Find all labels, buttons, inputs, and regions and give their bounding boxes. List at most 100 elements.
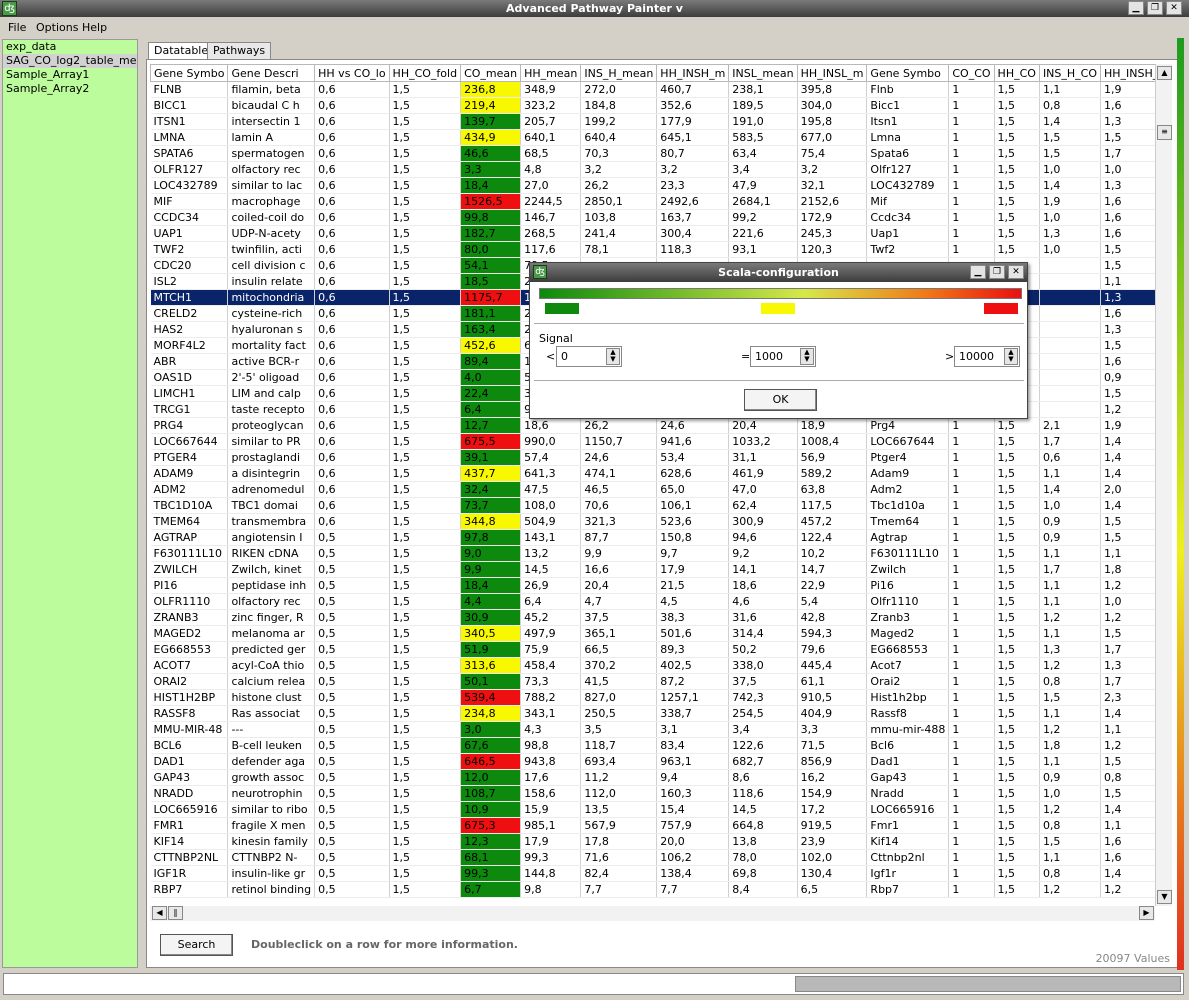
dataset-item-selected[interactable]: SAG_CO_log2_table_mean — [3, 54, 137, 68]
table-row[interactable]: CTTNBP2NL CTTNBP2 N- 0,5 1,5 68,1 99,3 71,6 106… — [150, 849, 1157, 866]
table-row[interactable]: CCDC34 coiled-coil do 0,6 1,5 99,8 146,7 103,8… — [150, 209, 1157, 226]
table-row[interactable]: TWF2 twinfilin, acti 0,6 1,5 80,0 117,6 78,1 11… — [150, 241, 1157, 258]
spinner-arrows-icon[interactable]: ▲ ▼ — [606, 348, 620, 365]
column-header[interactable]: INSL_mean — [728, 64, 798, 82]
low-color-swatch[interactable] — [545, 303, 579, 314]
column-header[interactable]: Gene Descri — [227, 64, 316, 82]
minimize-icon[interactable]: ▁ — [1128, 1, 1144, 15]
dataset-item[interactable]: Sample_Array2 — [3, 82, 137, 96]
table-row[interactable]: ITSN1 intersectin 1 0,6 1,5 139,7 205,7 199,2 1… — [150, 113, 1157, 130]
dataset-item[interactable]: Sample_Array1 — [3, 68, 137, 82]
column-header[interactable]: INS_H_CO — [1038, 64, 1102, 82]
close-icon[interactable]: ✕ — [1008, 265, 1024, 279]
column-header[interactable]: CO_CO — [948, 64, 995, 82]
table-row[interactable]: PRG4 proteoglycan 0,6 1,5 12,7 18,6 26,2 24,6 20… — [150, 417, 1157, 434]
table-cell: 856,9 — [797, 753, 868, 770]
table-row[interactable]: MAGED2 melanoma ar 0,5 1,5 340,5 497,9 365,1 50… — [150, 625, 1157, 642]
ok-button[interactable]: OK — [744, 389, 817, 411]
table-row[interactable]: DAD1 defender aga 0,5 1,5 646,5 943,8 693,4 963… — [150, 753, 1157, 770]
maximize-icon[interactable]: ❐ — [989, 265, 1005, 279]
column-header[interactable]: INS_H_mean — [580, 64, 658, 82]
table-row[interactable]: IGF1R insulin-like gr 0,5 1,5 99,3 144,8 82,4 1… — [150, 865, 1157, 882]
column-header[interactable]: HH vs CO_lo — [314, 64, 390, 82]
table-row[interactable]: OLFR1110 olfactory rec 0,5 1,5 4,4 6,4 4,7 4,5 4… — [150, 593, 1157, 610]
table-row[interactable]: OLFR127 olfactory rec 0,6 1,5 3,3 4,8 3,2 3,2 3,… — [150, 161, 1157, 178]
table-row[interactable]: NRADD neurotrophin 0,5 1,5 108,7 158,6 112,0 16… — [150, 785, 1157, 802]
menu-options[interactable]: Options — [36, 21, 78, 34]
table-row[interactable]: FLNB filamin, beta 0,6 1,5 236,8 348,9 272,0 46… — [150, 81, 1157, 98]
column-header[interactable]: HH_CO_fold — [388, 64, 462, 82]
table-row[interactable]: GAP43 growth assoc 0,5 1,5 12,0 17,6 11,2 9,4 8,… — [150, 769, 1157, 786]
column-header[interactable]: Gene Symbo — [866, 64, 950, 82]
table-row[interactable]: BICC1 bicaudal C h 0,6 1,5 219,4 323,2 184,8 35… — [150, 97, 1157, 114]
close-icon[interactable]: ✕ — [1166, 1, 1182, 15]
column-header[interactable]: HH_INSL_m — [796, 64, 868, 82]
table-cell: 2,0 — [1100, 481, 1157, 498]
maximize-icon[interactable]: ❐ — [1147, 1, 1163, 15]
mid-color-swatch[interactable] — [761, 303, 795, 314]
table-row[interactable]: PTGER4 prostaglandi 0,6 1,5 39,1 57,4 24,6 53,4… — [150, 449, 1157, 466]
vertical-scrollbar[interactable]: ▲ ≡ ▼ — [1155, 64, 1172, 906]
hscroll-thumb[interactable]: ‖ — [168, 906, 183, 920]
table-row[interactable]: ADAM9 a disintegrin 0,6 1,5 437,7 641,3 474,1 6… — [150, 465, 1157, 482]
table-row[interactable]: BCL6 B-cell leuken 0,5 1,5 67,6 98,8 118,7 83,4… — [150, 737, 1157, 754]
scroll-down-icon[interactable]: ▼ — [1157, 890, 1172, 904]
table-row[interactable]: RASSF8 Ras associat 0,5 1,5 234,8 343,1 250,5 3… — [150, 705, 1157, 722]
column-header[interactable]: HH_INSH_C — [1100, 64, 1157, 82]
table-row[interactable]: HIST1H2BP histone clust 0,5 1,5 539,4 788,2 82… — [150, 689, 1157, 706]
minimize-icon[interactable]: ▁ — [970, 265, 986, 279]
table-cell: NRADD — [150, 785, 229, 802]
table-row[interactable]: LMNA lamin A 0,6 1,5 434,9 640,1 640,4 645,1 583… — [150, 129, 1157, 146]
table-row[interactable]: LOC667644 similar to PR 0,6 1,5 675,5 990,0 11… — [150, 433, 1157, 450]
table-row[interactable]: AGTRAP angiotensin I 0,5 1,5 97,8 143,1 87,7 15… — [150, 529, 1157, 546]
table-row[interactable]: PI16 peptidase inh 0,5 1,5 18,4 26,9 20,4 21,5 1… — [150, 577, 1157, 594]
table-row[interactable]: ADM2 adrenomedul 0,6 1,5 32,4 47,5 46,5 65,0 47,… — [150, 481, 1157, 498]
high-color-swatch[interactable] — [984, 303, 1018, 314]
table-row[interactable]: F630111L10 RIKEN cDNA 0,5 1,5 9,0 13,2 9,9 9,7 9… — [150, 545, 1157, 562]
table-row[interactable]: ZWILCH Zwilch, kinet 0,5 1,5 9,9 14,5 16,6 17,9… — [150, 561, 1157, 578]
column-header[interactable]: CO_mean — [460, 64, 522, 82]
table-row[interactable]: RBP7 retinol binding 0,5 1,5 6,7 9,8 7,7 7,7 8,4… — [150, 881, 1157, 898]
table-cell: 461,9 — [728, 465, 798, 482]
scroll-right-icon[interactable]: ▶ — [1139, 906, 1154, 920]
table-cell: 1 — [948, 449, 995, 466]
horizontal-scrollbar[interactable]: ◀ ‖ ▶ — [150, 906, 1155, 921]
table-row[interactable]: FMR1 fragile X men 0,5 1,5 675,3 985,1 567,9 75… — [150, 817, 1157, 834]
column-header[interactable]: Gene Symbo — [150, 64, 229, 82]
table-row[interactable]: SPATA6 spermatogen 0,6 1,5 46,6 68,5 70,3 80,7 6… — [150, 145, 1157, 162]
spinner-arrows-icon[interactable]: ▲ ▼ — [800, 348, 814, 365]
dataset-item[interactable]: exp_data — [3, 40, 137, 54]
table-row[interactable]: KIF14 kinesin family 0,5 1,5 12,3 17,9 17,8 20,… — [150, 833, 1157, 850]
scroll-thumb[interactable]: ≡ — [1157, 125, 1172, 140]
table-row[interactable]: ORAI2 calcium relea 0,5 1,5 50,1 73,3 41,5 87,2… — [150, 673, 1157, 690]
column-header[interactable]: HH_INSH_m — [656, 64, 730, 82]
search-button[interactable]: Search — [160, 934, 233, 956]
menu-file[interactable]: File — [8, 21, 26, 34]
table-row[interactable]: ZRANB3 zinc finger, R 0,5 1,5 30,9 45,2 37,5 38… — [150, 609, 1157, 626]
mid-value-spinner[interactable]: 1000 ▲ ▼ — [750, 346, 816, 367]
max-value-spinner[interactable]: 10000 ▲ ▼ — [954, 346, 1020, 367]
table-row[interactable]: UAP1 UDP-N-acety 0,6 1,5 182,7 268,5 241,4 300,… — [150, 225, 1157, 242]
table-cell: 963,1 — [656, 753, 730, 770]
column-header[interactable]: HH_CO — [993, 64, 1040, 82]
scroll-up-icon[interactable]: ▲ — [1157, 66, 1172, 80]
table-cell: 1,0 — [1039, 497, 1102, 514]
min-value-spinner[interactable]: 0 ▲ ▼ — [556, 346, 622, 367]
table-cell: 370,2 — [580, 657, 658, 674]
table-row[interactable]: LOC432789 similar to lac 0,6 1,5 18,4 27,0 26,… — [150, 177, 1157, 194]
menu-help[interactable]: Help — [82, 21, 107, 34]
table-row[interactable]: EG668553 predicted ger 0,5 1,5 51,9 75,9 66,5 8… — [150, 641, 1157, 658]
table-row[interactable]: MIF macrophage 0,6 1,5 1526,5 2244,5 2850,1 249… — [150, 193, 1157, 210]
spinner-arrows-icon[interactable]: ▲ ▼ — [1004, 348, 1018, 365]
table-cell: 71,6 — [580, 849, 658, 866]
tab-pathways[interactable]: Pathways — [207, 42, 272, 59]
tab-datatable[interactable]: Datatable — [148, 42, 215, 60]
scroll-left-icon[interactable]: ◀ — [152, 906, 167, 920]
table-row[interactable]: LOC665916 similar to ribo 0,5 1,5 10,9 15,9 13… — [150, 801, 1157, 818]
table-row[interactable]: TMEM64 transmembra 0,6 1,5 344,8 504,9 321,3 52… — [150, 513, 1157, 530]
table-cell: mmu-mir-488 — [866, 721, 950, 738]
table-row[interactable]: TBC1D10A TBC1 domai 0,6 1,5 73,7 108,0 70,6 106… — [150, 497, 1157, 514]
column-header[interactable]: HH_mean — [520, 64, 582, 82]
table-row[interactable]: ACOT7 acyl-CoA thio 0,5 1,5 313,6 458,4 370,2 4… — [150, 657, 1157, 674]
table-row[interactable]: MMU-MIR-48 --- 0,5 1,5 3,0 4,3 3,5 3,1 3,4 3,3 mmu… — [150, 721, 1157, 738]
